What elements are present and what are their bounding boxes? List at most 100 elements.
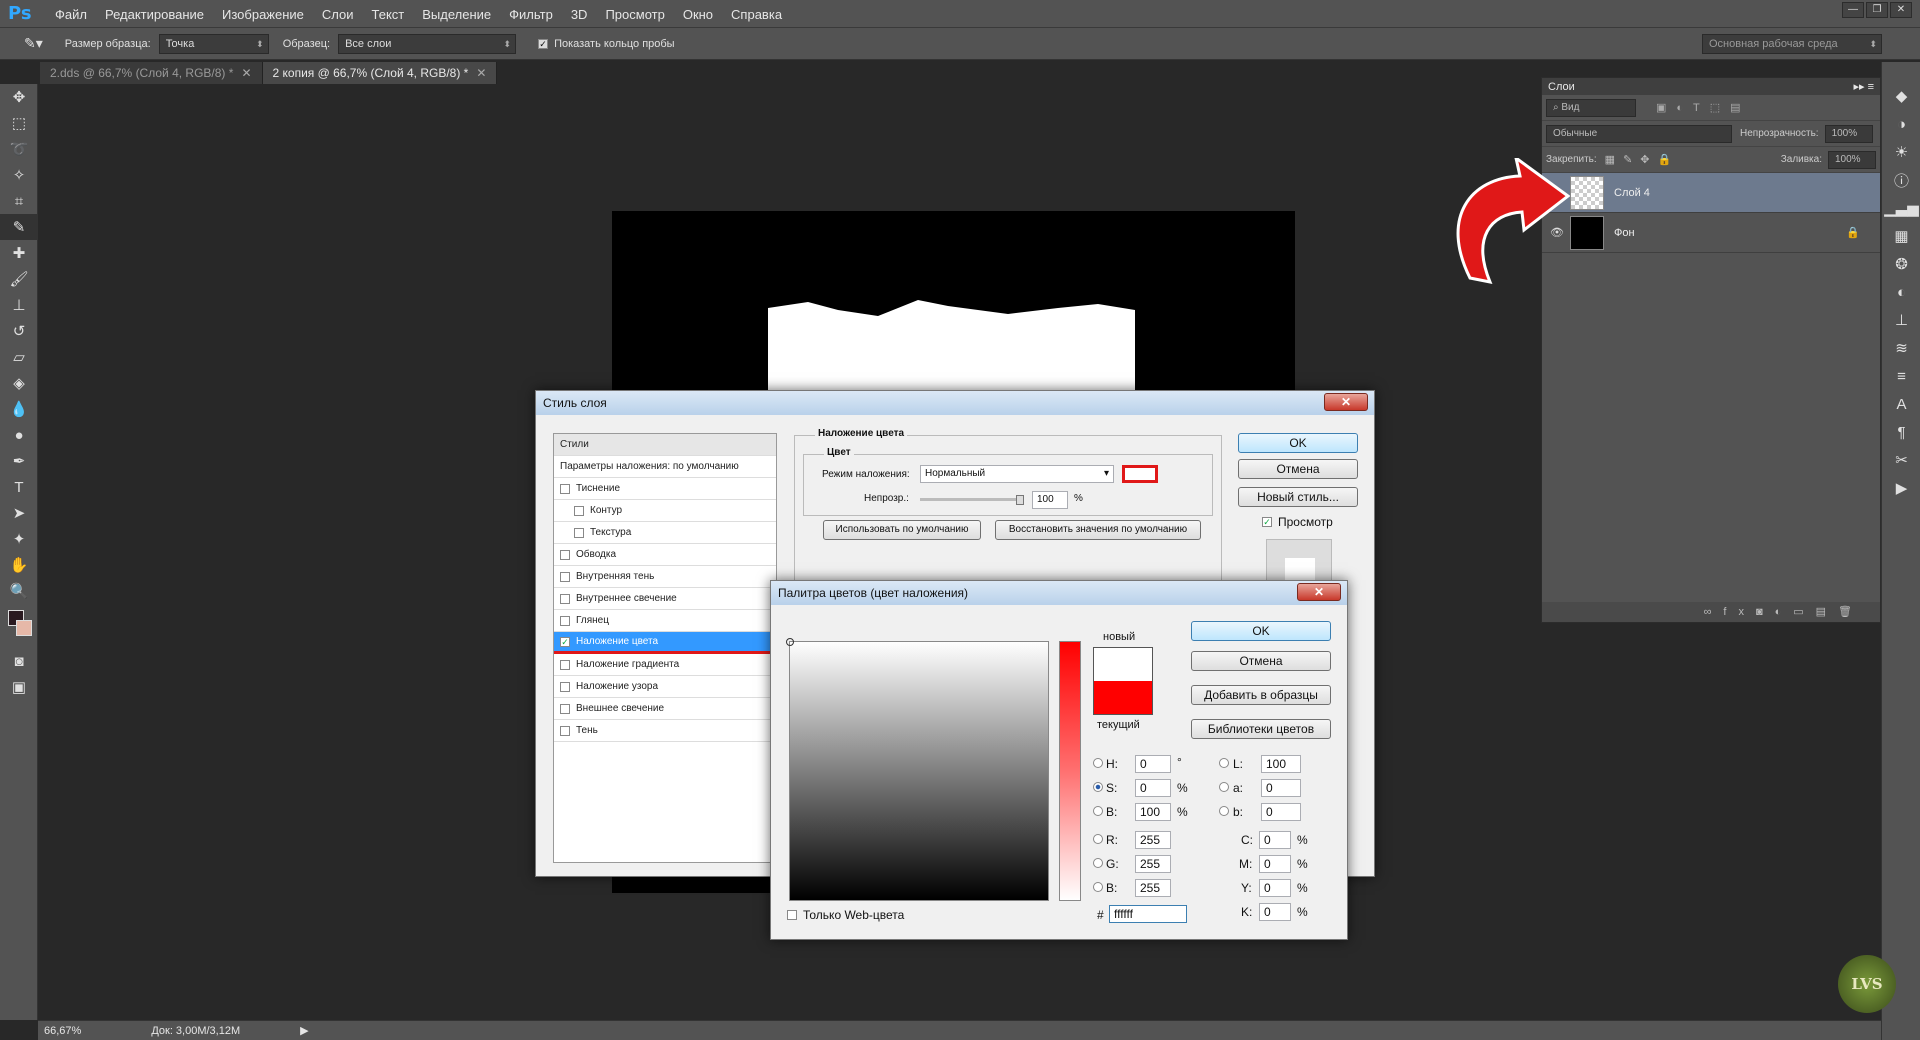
style-item-bevel[interactable]: Тиснение <box>554 478 776 500</box>
stamp-tool-icon[interactable]: ⊥ <box>0 292 38 318</box>
checkbox[interactable] <box>560 703 570 714</box>
y-field[interactable]: 0 <box>1259 879 1291 897</box>
screen-mode-icon[interactable]: ▣ <box>0 674 38 700</box>
current-color-swatch[interactable] <box>1094 681 1152 714</box>
layers-footer-icons[interactable]: ∞fx◙◐▭▤🗑 <box>1542 602 1880 622</box>
radio-g[interactable] <box>1093 858 1103 868</box>
shape-tool-icon[interactable]: ✦ <box>0 526 38 552</box>
radio-h[interactable] <box>1093 758 1103 768</box>
style-item-satin[interactable]: Глянец <box>554 610 776 632</box>
chevron-right-icon[interactable]: ▶ <box>300 1024 308 1037</box>
tab-doc-2[interactable]: 2 копия @ 66,7% (Слой 4, RGB/8) * ✕ <box>262 62 498 84</box>
close-icon[interactable]: ✕ <box>476 66 486 80</box>
paragraph-icon[interactable]: ¶ <box>1882 418 1920 446</box>
close-icon[interactable]: ✕ <box>241 66 251 80</box>
show-ring-checkbox[interactable]: ✓ <box>538 38 549 49</box>
quick-mask-icon[interactable]: ◙ <box>0 648 38 674</box>
style-item-drop-shadow[interactable]: Тень <box>554 720 776 742</box>
a-field[interactable]: 0 <box>1261 779 1301 797</box>
paint-bucket-icon[interactable]: ◈ <box>0 370 38 396</box>
ok-button[interactable]: OK <box>1238 433 1358 453</box>
color-field[interactable] <box>786 638 1049 901</box>
paths-icon[interactable]: ≋ <box>1882 334 1920 362</box>
g-field[interactable]: 255 <box>1135 855 1171 873</box>
eyedropper-tool-icon[interactable]: ✎ <box>0 214 38 240</box>
healing-tool-icon[interactable]: ✚ <box>0 240 38 266</box>
preview-toggle[interactable]: ✓ Просмотр <box>1262 515 1333 529</box>
slider-handle[interactable] <box>1016 495 1024 505</box>
lab-b-field[interactable]: 0 <box>1261 803 1301 821</box>
tools-presets-icon[interactable]: ✂ <box>1882 446 1920 474</box>
close-icon[interactable]: ✕ <box>1297 583 1341 601</box>
checkbox[interactable] <box>560 571 570 582</box>
brush-presets-icon[interactable]: ⊥ <box>1882 306 1920 334</box>
radio-s[interactable] <box>1093 782 1103 792</box>
menu-image[interactable]: Изображение <box>213 7 313 22</box>
checkbox[interactable] <box>787 910 797 920</box>
marquee-tool-icon[interactable]: ⬚ <box>0 110 38 136</box>
checkbox[interactable] <box>560 615 570 626</box>
radio-lab-b[interactable] <box>1219 806 1229 816</box>
menu-edit[interactable]: Редактирование <box>96 7 213 22</box>
crop-tool-icon[interactable]: ⌗ <box>0 188 38 214</box>
restore-default-button[interactable]: Восстановить значения по умолчанию <box>995 520 1201 540</box>
path-select-icon[interactable]: ➤ <box>0 500 38 526</box>
c-field[interactable]: 0 <box>1259 831 1291 849</box>
checkbox[interactable] <box>560 549 570 560</box>
overlay-color-swatch[interactable] <box>1122 465 1158 483</box>
color-libraries-button[interactable]: Библиотеки цветов <box>1191 719 1331 739</box>
cancel-button[interactable]: Отмена <box>1191 651 1331 671</box>
hue-slider[interactable] <box>1059 641 1081 901</box>
radio-l[interactable] <box>1219 758 1229 768</box>
menu-select[interactable]: Выделение <box>413 7 500 22</box>
checkbox[interactable] <box>560 725 570 736</box>
k-field[interactable]: 0 <box>1259 903 1291 921</box>
web-only-toggle[interactable]: Только Web-цвета <box>787 908 904 922</box>
blur-tool-icon[interactable]: 💧 <box>0 396 38 422</box>
actions-icon[interactable]: ▶ <box>1882 474 1920 502</box>
style-item-stroke[interactable]: Обводка <box>554 544 776 566</box>
history-brush-icon[interactable]: ↺ <box>0 318 38 344</box>
ok-button[interactable]: OK <box>1191 621 1331 641</box>
menu-type[interactable]: Текст <box>363 7 414 22</box>
eraser-tool-icon[interactable]: ▱ <box>0 344 38 370</box>
h-field[interactable]: 0 <box>1135 755 1171 773</box>
magic-wand-icon[interactable]: ✧ <box>0 162 38 188</box>
menu-file[interactable]: Файл <box>46 7 96 22</box>
workspace-select[interactable]: Основная рабочая среда <box>1702 33 1882 54</box>
style-item-color-overlay[interactable]: ✓ Наложение цвета <box>554 632 776 654</box>
style-item-inner-glow[interactable]: Внутреннее свечение <box>554 588 776 610</box>
histogram-icon[interactable]: ▁▃▅ <box>1882 194 1920 222</box>
filter-icons[interactable]: ▣◐T⬚▤ <box>1656 101 1751 114</box>
lock-icons[interactable]: ▦✎✥🔒 <box>1605 153 1680 166</box>
info-icon[interactable]: ⓘ <box>1882 166 1920 194</box>
opacity-slider[interactable] <box>920 495 1024 505</box>
menu-window[interactable]: Окно <box>674 7 722 22</box>
swatches-icon[interactable]: ▦ <box>1882 222 1920 250</box>
checkbox[interactable] <box>574 505 584 516</box>
color-swatches[interactable] <box>0 604 38 648</box>
color-icon[interactable]: ❂ <box>1882 250 1920 278</box>
layer-blend-select[interactable]: Обычные <box>1546 124 1732 143</box>
tab-doc-1[interactable]: 2.dds @ 66,7% (Слой 4, RGB/8) * ✕ <box>40 62 263 84</box>
zoom-tool-icon[interactable]: 🔍 <box>0 578 38 604</box>
checkbox[interactable] <box>560 659 570 670</box>
checkbox[interactable] <box>560 593 570 604</box>
type-tool-icon[interactable]: T <box>0 474 38 500</box>
close-icon[interactable]: ✕ <box>1324 393 1368 411</box>
layers-filter-select[interactable]: ⌕ Вид <box>1546 98 1636 117</box>
radio-b[interactable] <box>1093 806 1103 816</box>
eyedropper-icon[interactable]: ✎▾ <box>24 35 43 52</box>
restore-button[interactable]: ❐ <box>1866 2 1888 18</box>
opacity-field[interactable]: 100% <box>1824 124 1873 143</box>
add-swatch-button[interactable]: Добавить в образцы <box>1191 685 1331 705</box>
menu-view[interactable]: Просмотр <box>596 7 673 22</box>
dodge-tool-icon[interactable]: ● <box>0 422 38 448</box>
b-field[interactable]: 100 <box>1135 803 1171 821</box>
new-style-button[interactable]: Новый стиль... <box>1238 487 1358 507</box>
radio-blue[interactable] <box>1093 882 1103 892</box>
use-default-button[interactable]: Использовать по умолчанию <box>823 520 981 540</box>
checkbox[interactable] <box>560 483 570 494</box>
r-field[interactable]: 255 <box>1135 831 1171 849</box>
layer-row[interactable]: 👁 Фон 🔒 <box>1542 213 1880 253</box>
